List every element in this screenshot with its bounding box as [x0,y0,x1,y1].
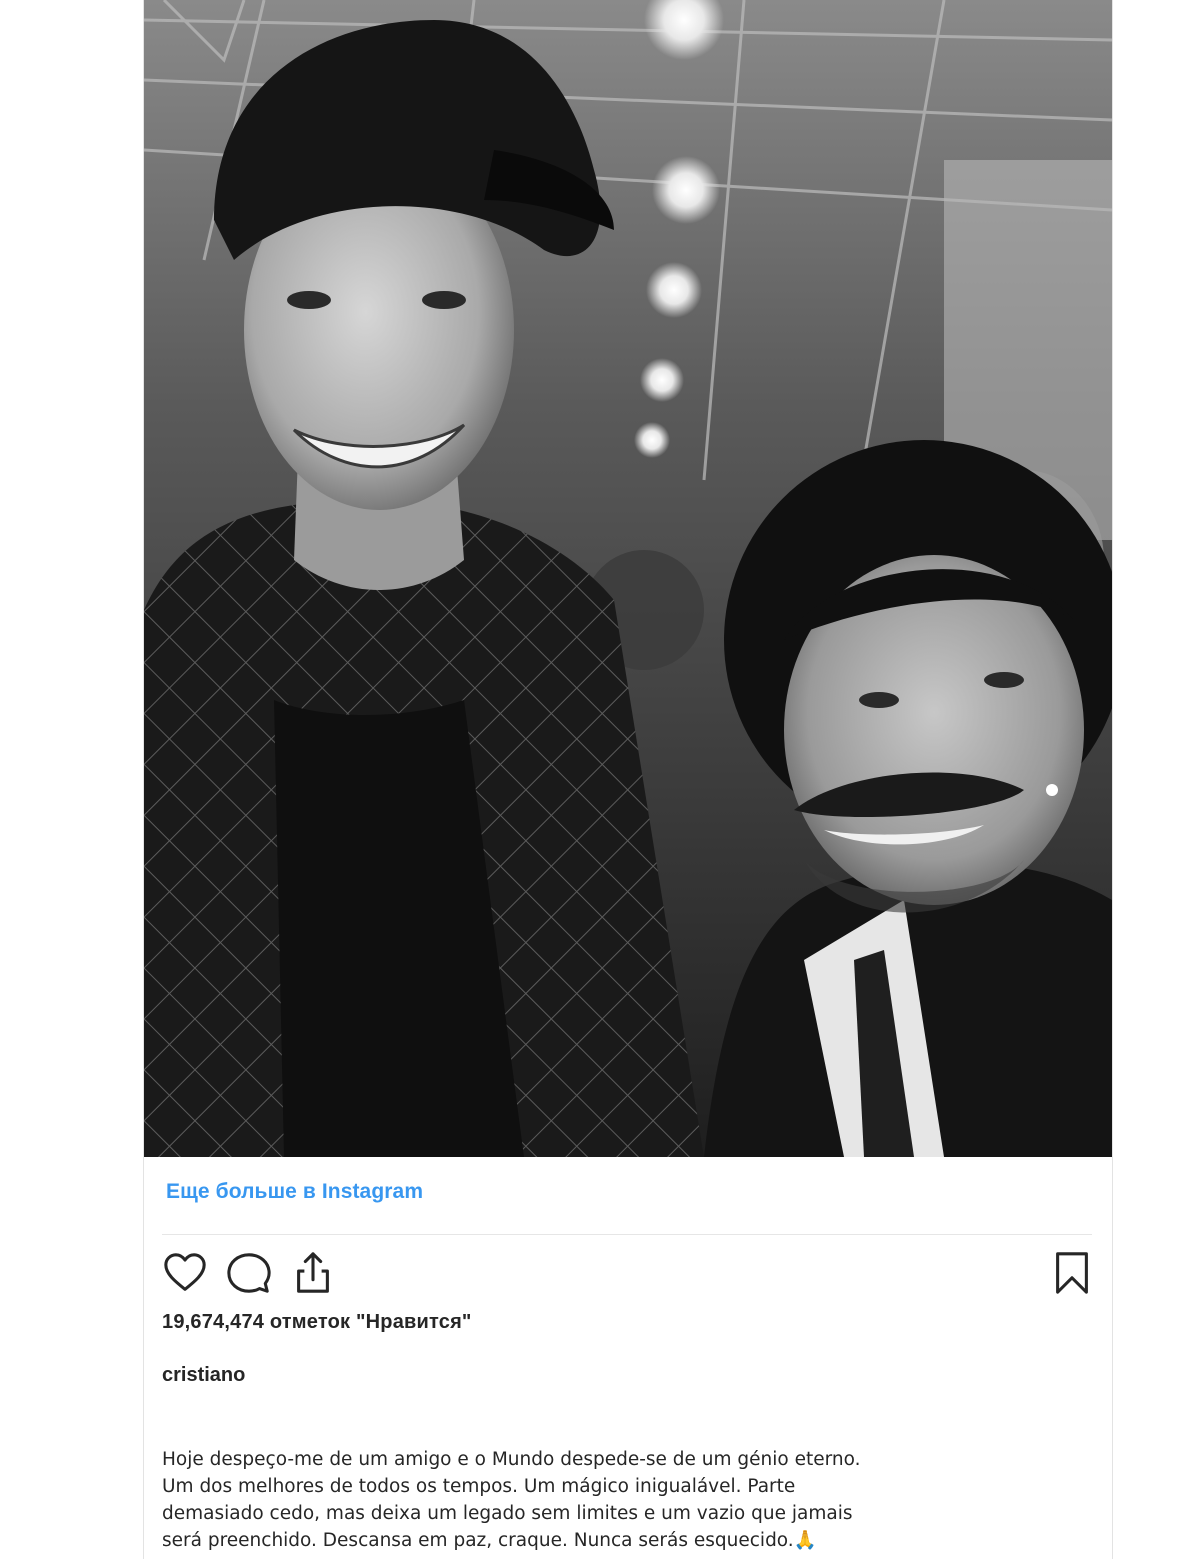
instagram-embed: Еще больше в Instagram 19,674,474 отмето… [143,0,1113,1559]
post-caption: Hoje despeço-me de um amigo e o Mundo de… [162,1446,1092,1554]
post-photo[interactable] [144,0,1112,1157]
praying-hands-emoji: 🙏 [793,1530,817,1551]
speech-bubble-icon[interactable] [226,1250,272,1296]
divider [162,1234,1092,1235]
likes-count[interactable]: 19,674,474 отметок "Нравится" [162,1311,472,1334]
likes-suffix: отметок "Нравится" [269,1311,472,1333]
likes-number: 19,674,474 [162,1311,265,1333]
bookmark-icon[interactable] [1052,1250,1092,1296]
heart-icon[interactable] [162,1250,208,1296]
post-username[interactable]: cristiano [162,1364,245,1387]
view-more-on-instagram-link[interactable]: Еще больше в Instagram [166,1180,423,1204]
action-bar [162,1250,1092,1300]
caption-text: Hoje despeço-me de um amigo e o Mundo de… [162,1449,861,1551]
share-arrow-icon[interactable] [290,1250,336,1296]
